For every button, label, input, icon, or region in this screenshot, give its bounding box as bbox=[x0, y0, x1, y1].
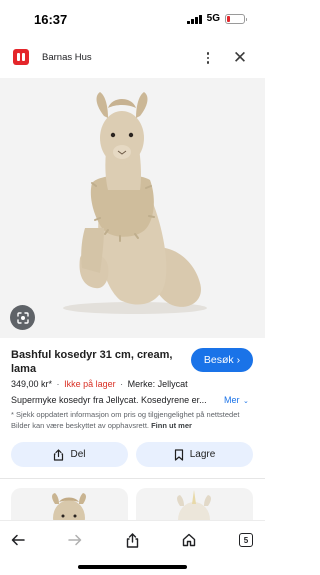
home-indicator bbox=[78, 565, 187, 569]
result-header: Barnas Hus ✕ bbox=[0, 42, 265, 74]
close-button[interactable]: ✕ bbox=[230, 48, 250, 68]
more-options-button[interactable] bbox=[199, 48, 217, 68]
back-arrow-icon bbox=[11, 534, 25, 546]
back-button[interactable] bbox=[7, 529, 29, 551]
disclaimer-text: * Sjekk oppdatert informasjon om pris og… bbox=[11, 410, 240, 430]
status-indicators: 5G bbox=[187, 13, 247, 24]
share-icon bbox=[54, 448, 64, 461]
battery-level bbox=[227, 15, 231, 22]
tabs-button[interactable]: 5 bbox=[235, 529, 257, 551]
product-description: Supermyke kosedyr fra Jellycat. Kosedyre… bbox=[11, 395, 207, 405]
separator-dot: · bbox=[56, 379, 60, 389]
chevron-right-icon: › bbox=[236, 354, 241, 366]
battery-icon bbox=[225, 13, 247, 24]
product-meta: 349,00 kr* · Ikke på lager · Merke: Jell… bbox=[11, 379, 188, 389]
more-link[interactable]: Mer ⌄ bbox=[224, 395, 249, 405]
product-brand: Merke: Jellycat bbox=[127, 379, 188, 389]
site-name[interactable]: Barnas Hus bbox=[42, 52, 92, 63]
save-button-label: Lagre bbox=[189, 449, 216, 460]
google-lens-button[interactable] bbox=[10, 305, 35, 330]
site-logo bbox=[13, 49, 29, 65]
visit-button[interactable]: Besøk › bbox=[191, 348, 253, 372]
forward-button[interactable] bbox=[64, 529, 86, 551]
save-button[interactable]: Lagre bbox=[136, 442, 253, 467]
chevron-down-icon: ⌄ bbox=[243, 398, 249, 405]
share-page-button[interactable] bbox=[121, 529, 143, 551]
bookmark-icon bbox=[174, 448, 183, 461]
product-price: 349,00 kr* bbox=[11, 379, 53, 389]
llama-plush-illustration bbox=[63, 92, 207, 314]
network-type: 5G bbox=[206, 13, 220, 24]
product-title[interactable]: Bashful kosedyr 31 cm, cream, lama bbox=[11, 348, 183, 376]
disclaimer: * Sjekk oppdatert informasjon om pris og… bbox=[11, 410, 254, 431]
more-link-label: Mer bbox=[224, 395, 240, 405]
product-image[interactable] bbox=[0, 78, 265, 338]
forward-arrow-icon bbox=[68, 534, 82, 546]
home-button[interactable] bbox=[178, 529, 200, 551]
signal-icon bbox=[187, 14, 202, 24]
learn-more-link[interactable]: Finn ut mer bbox=[151, 421, 192, 430]
separator-dot: · bbox=[120, 379, 124, 389]
status-time: 16:37 bbox=[34, 12, 68, 27]
visit-button-label: Besøk bbox=[203, 354, 234, 366]
status-bar: 16:37 5G bbox=[0, 0, 265, 40]
home-icon bbox=[182, 533, 196, 547]
google-lens-icon bbox=[16, 311, 29, 324]
tabs-icon: 5 bbox=[239, 533, 253, 547]
share-button-label: Del bbox=[70, 449, 86, 460]
divider bbox=[0, 478, 265, 479]
share-icon bbox=[126, 532, 138, 548]
share-button[interactable]: Del bbox=[11, 442, 128, 467]
stock-status: Ikke på lager bbox=[64, 379, 116, 389]
